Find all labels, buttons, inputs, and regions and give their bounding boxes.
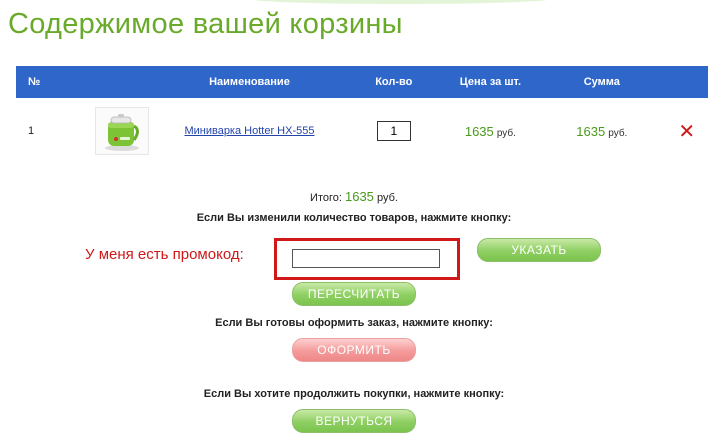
header-price: Цена за шт.: [442, 66, 539, 98]
delete-cell: ✕: [666, 98, 708, 164]
multicooker-icon: [105, 114, 140, 151]
back-button[interactable]: ВЕРНУТЬСЯ: [292, 409, 416, 433]
promo-code-input[interactable]: [292, 249, 440, 268]
header-qty: Кол-во: [344, 66, 443, 98]
header-num: №: [16, 66, 76, 98]
qty-cell: [345, 98, 443, 164]
header-name: Наименование: [153, 66, 345, 98]
header-image: [75, 66, 154, 98]
note-ready-order: Если Вы готовы оформить заказ, нажмите к…: [215, 317, 493, 329]
total-value: 1635: [344, 189, 374, 204]
promo-label: У меня есть промокод:: [85, 246, 244, 263]
page-title: Содержимое вашей корзины: [8, 8, 403, 40]
top-decoration: [250, 0, 550, 4]
cart-table: № Наименование Кол-во Цена за шт. Сумма …: [16, 66, 708, 164]
header-sum: Сумма: [538, 66, 666, 98]
checkout-button[interactable]: ОФОРМИТЬ: [292, 338, 416, 362]
note-continue: Если Вы хотите продолжить покупки, нажми…: [203, 388, 505, 400]
product-image-cell: [75, 98, 154, 164]
total-label: Итого:: [310, 192, 342, 204]
row-sum-currency: руб.: [608, 127, 628, 139]
apply-promo-button[interactable]: УКАЗАТЬ: [477, 238, 601, 262]
product-name-link[interactable]: Мини­варка Hotter HX-555: [184, 125, 314, 137]
note-change-qty: Если Вы изменили количество товаров, наж…: [196, 212, 512, 224]
row-sum-value: 1635: [576, 123, 606, 139]
recalculate-button[interactable]: ПЕРЕСЧИТАТЬ: [292, 282, 416, 306]
row-num: 1: [28, 125, 35, 137]
table-header-row: № Наименование Кол-во Цена за шт. Сумма: [16, 66, 708, 98]
total-currency: руб.: [376, 192, 398, 204]
unit-price-currency: руб.: [496, 127, 516, 139]
close-x-icon[interactable]: ✕: [678, 121, 695, 143]
table-row: 1 Мини­варка Hotter HX-555: [16, 98, 708, 164]
product-name-cell: Мини­варка Hotter HX-555: [154, 98, 345, 164]
product-image[interactable]: [95, 107, 150, 155]
sum-cell: 1635 руб.: [538, 98, 665, 164]
total-line: Итого: 1635 руб.: [0, 189, 708, 204]
header-delete: [665, 66, 708, 98]
price-cell: 1635 руб.: [443, 98, 539, 164]
unit-price-value: 1635: [464, 123, 494, 139]
quantity-input[interactable]: [376, 121, 411, 141]
